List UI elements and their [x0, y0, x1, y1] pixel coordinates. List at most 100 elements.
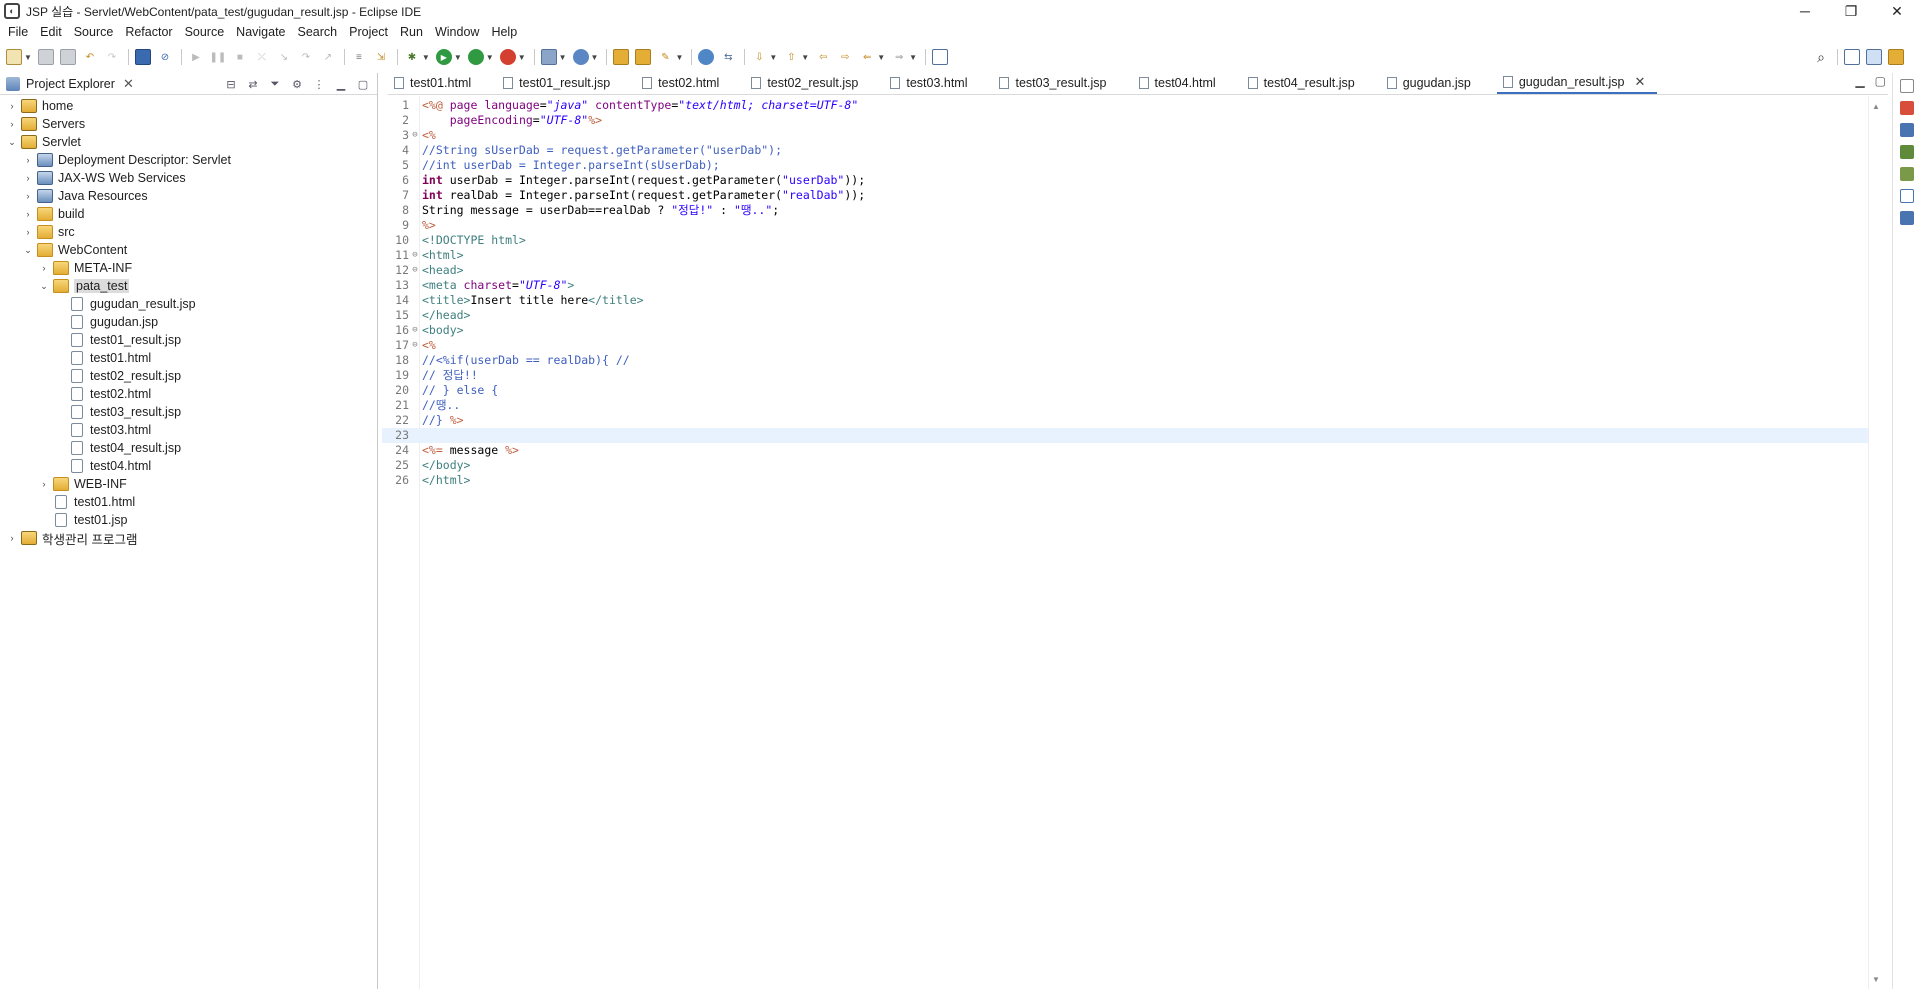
- editor-tab[interactable]: gugudan_result.jsp ✕: [1496, 72, 1658, 94]
- close-icon[interactable]: ✕: [123, 76, 134, 92]
- forward-icon[interactable]: ⇒: [891, 49, 907, 65]
- menu-edit[interactable]: Edit: [34, 22, 68, 42]
- chevron-right-icon[interactable]: ›: [22, 227, 34, 237]
- chevron-down-icon[interactable]: ⌄: [6, 137, 18, 148]
- disconnect-icon[interactable]: ⤫: [254, 49, 270, 65]
- code-line[interactable]: 4 //String sUserDab = request.getParamete…: [382, 143, 1868, 158]
- chevron-right-icon[interactable]: ›: [6, 101, 18, 111]
- code-line[interactable]: 23: [382, 428, 1868, 443]
- tree-item[interactable]: test02_result.jsp: [0, 367, 377, 385]
- project-explorer-title[interactable]: Project Explorer: [26, 77, 115, 91]
- menu-run[interactable]: Run: [394, 22, 429, 42]
- code-line[interactable]: 26 </html>: [382, 473, 1868, 488]
- chevron-right-icon[interactable]: ›: [22, 191, 34, 201]
- chevron-down-icon[interactable]: ⌄: [38, 281, 50, 292]
- tree-item[interactable]: › src: [0, 223, 377, 241]
- code-line[interactable]: 18 //<%if(userDab == realDab){ //: [382, 353, 1868, 368]
- code-line[interactable]: 24 <%= message %>: [382, 443, 1868, 458]
- tree-item[interactable]: test01.html: [0, 349, 377, 367]
- console-view-icon[interactable]: [1899, 211, 1914, 225]
- chevron-down-icon[interactable]: ▼: [877, 53, 885, 62]
- tree-item[interactable]: test03_result.jsp: [0, 403, 377, 421]
- code-line[interactable]: 7 int realDab = Integer.parseInt(request.…: [382, 188, 1868, 203]
- code-line[interactable]: 8 String message = userDab==realDab ? "정답…: [382, 203, 1868, 218]
- tree-item[interactable]: › build: [0, 205, 377, 223]
- close-icon[interactable]: ✕: [1634, 74, 1645, 90]
- editor-tab[interactable]: test04_result.jsp: [1242, 72, 1367, 94]
- overview-ruler[interactable]: [1868, 96, 1882, 989]
- tree-item[interactable]: gugudan_result.jsp: [0, 295, 377, 313]
- menu-help[interactable]: Help: [485, 22, 523, 42]
- chevron-down-icon[interactable]: ▼: [909, 53, 917, 62]
- debug-icon[interactable]: ✱: [404, 49, 420, 65]
- code-line[interactable]: 12 ⊖ <head>: [382, 263, 1868, 278]
- menu-source-2[interactable]: Source: [179, 22, 231, 42]
- tree-item[interactable]: › 학생관리 프로그램: [0, 529, 377, 547]
- scroll-up-icon[interactable]: ▲: [1872, 102, 1880, 111]
- code-line[interactable]: 20 // } else {: [382, 383, 1868, 398]
- menu-file[interactable]: File: [2, 22, 34, 42]
- pin-editor-icon[interactable]: [932, 49, 949, 65]
- open-task-icon[interactable]: [635, 49, 652, 65]
- new-wizard-icon[interactable]: [572, 49, 589, 65]
- maximize-view-icon[interactable]: ▢: [355, 76, 371, 92]
- console-icon[interactable]: [134, 49, 151, 65]
- code-line[interactable]: 25 </body>: [382, 458, 1868, 473]
- tree-item[interactable]: test02.html: [0, 385, 377, 403]
- new-server-icon[interactable]: [540, 49, 557, 65]
- fold-toggle-icon[interactable]: ⊖: [410, 128, 420, 143]
- new-icon[interactable]: [6, 49, 22, 65]
- chevron-down-icon[interactable]: ▼: [769, 53, 777, 62]
- filter-icon[interactable]: ⏷: [267, 76, 283, 92]
- use-step-filters-icon[interactable]: ≡: [351, 49, 367, 65]
- redo-icon[interactable]: ↷: [104, 49, 120, 65]
- fold-toggle-icon[interactable]: ⊖: [410, 263, 420, 278]
- menu-refactor[interactable]: Refactor: [119, 22, 178, 42]
- chevron-down-icon[interactable]: ▼: [801, 53, 809, 62]
- tree-item[interactable]: ⌄ Servlet: [0, 133, 377, 151]
- search-icon-tb[interactable]: ✎: [657, 49, 673, 65]
- code-line[interactable]: 19 // 정답!!: [382, 368, 1868, 383]
- collapse-all-icon[interactable]: ⊟: [223, 76, 239, 92]
- link-with-editor-icon[interactable]: ⇄: [245, 76, 261, 92]
- chevron-right-icon[interactable]: ›: [6, 533, 18, 543]
- close-button[interactable]: ✕: [1874, 0, 1920, 22]
- editor-tab[interactable]: test03_result.jsp: [993, 72, 1118, 94]
- chevron-down-icon[interactable]: ▼: [591, 53, 599, 62]
- tree-item[interactable]: test04.html: [0, 457, 377, 475]
- tree-item[interactable]: test01.html: [0, 493, 377, 511]
- fold-toggle-icon[interactable]: ⊖: [410, 338, 420, 353]
- chevron-right-icon[interactable]: ›: [22, 155, 34, 165]
- code-line[interactable]: 2 pageEncoding="UTF-8"%>: [382, 113, 1868, 128]
- code-editor[interactable]: 1 <%@ page language="java" contentType="t…: [382, 96, 1868, 989]
- code-line[interactable]: 11 ⊖ <html>: [382, 248, 1868, 263]
- code-text[interactable]: 1 <%@ page language="java" contentType="t…: [382, 98, 1868, 488]
- step-into-icon[interactable]: ↘: [276, 49, 292, 65]
- tree-item[interactable]: test01_result.jsp: [0, 331, 377, 349]
- tree-item[interactable]: › Deployment Descriptor: Servlet: [0, 151, 377, 169]
- resume-icon[interactable]: ▶: [188, 49, 204, 65]
- code-line[interactable]: 5 //int userDab = Integer.parseInt(sUserD…: [382, 158, 1868, 173]
- chevron-down-icon[interactable]: ▼: [675, 53, 683, 62]
- run-icon[interactable]: ▶: [435, 49, 452, 65]
- step-return-icon[interactable]: ↗: [320, 49, 336, 65]
- drop-to-frame-icon[interactable]: ⇲: [373, 49, 389, 65]
- chevron-down-icon[interactable]: ▼: [559, 53, 567, 62]
- chevron-down-icon[interactable]: ⌄: [22, 245, 34, 256]
- tree-item[interactable]: test01.jsp: [0, 511, 377, 529]
- scroll-down-icon[interactable]: ▼: [1872, 975, 1880, 984]
- editor-tab[interactable]: test01_result.jsp: [497, 72, 622, 94]
- chevron-right-icon[interactable]: ›: [6, 119, 18, 129]
- tree-item[interactable]: › Servers: [0, 115, 377, 133]
- chevron-right-icon[interactable]: ›: [38, 263, 50, 273]
- tree-item[interactable]: ⌄ WebContent: [0, 241, 377, 259]
- save-all-icon[interactable]: [59, 49, 76, 65]
- chevron-right-icon[interactable]: ›: [22, 173, 34, 183]
- last-edit-icon[interactable]: ⇦: [815, 49, 831, 65]
- code-line[interactable]: 21 //땡..: [382, 398, 1868, 413]
- code-line[interactable]: 17 ⊖ <%: [382, 338, 1868, 353]
- tree-item[interactable]: › JAX-WS Web Services: [0, 169, 377, 187]
- tree-item[interactable]: test03.html: [0, 421, 377, 439]
- java-browsing-icon[interactable]: ⇆: [720, 49, 736, 65]
- tree-item[interactable]: › home: [0, 97, 377, 115]
